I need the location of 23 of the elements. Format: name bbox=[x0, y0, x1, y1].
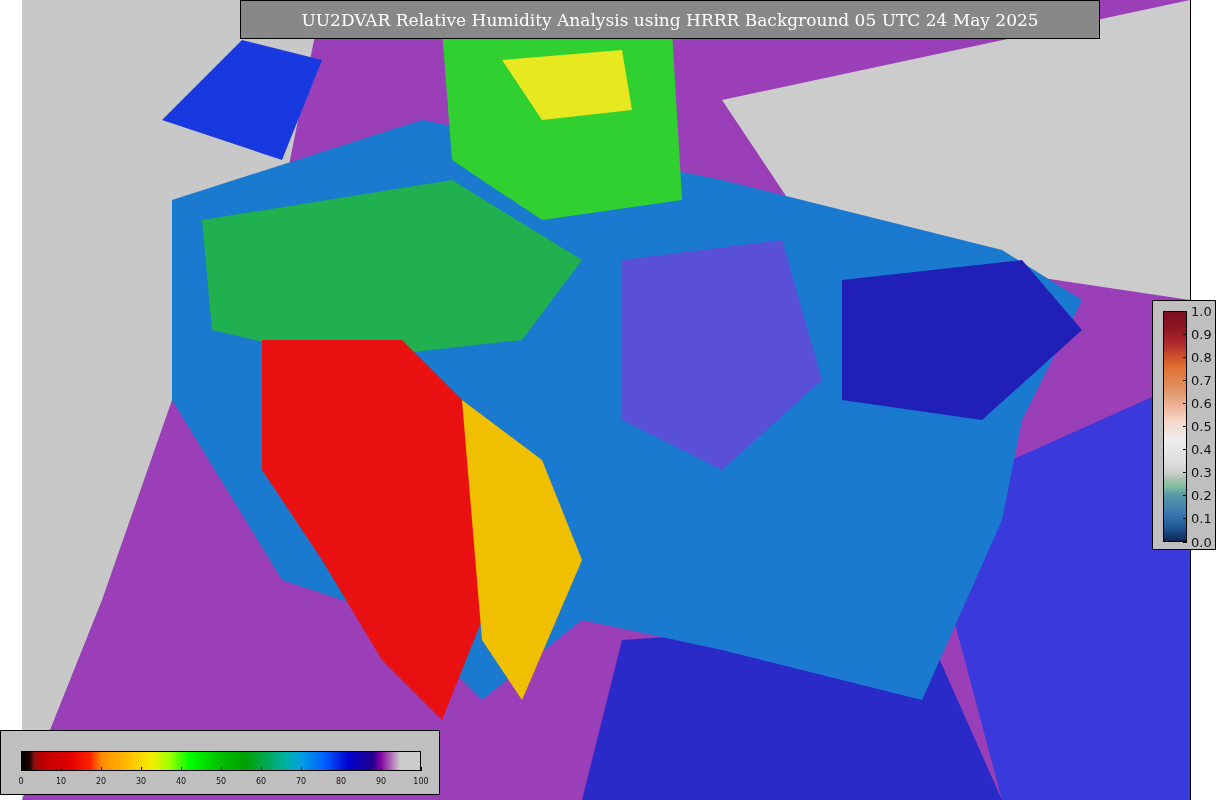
colorbar-tick-label: 0.7 bbox=[1191, 372, 1212, 388]
colorbar-tick-label: 10 bbox=[55, 777, 67, 786]
colorbar-tick-label: 0 bbox=[18, 777, 24, 786]
colorbar-tick-label: 30 bbox=[135, 777, 147, 786]
colorbar-tick-label: 50 bbox=[215, 777, 227, 786]
colorbar-tick-label: 0.0 bbox=[1191, 534, 1212, 550]
colorbar-tick-label: 0.1 bbox=[1191, 511, 1212, 527]
colorbar-tick-label: 70 bbox=[295, 777, 307, 786]
colorbar-tick-label: 0.4 bbox=[1191, 442, 1212, 458]
colorbar-tick-label: 0.2 bbox=[1191, 488, 1212, 504]
colorbar-tick-label: 100 bbox=[413, 777, 429, 786]
colorbar-tick-label: 1.0 bbox=[1191, 303, 1212, 319]
colorbar-tick-label: 0.9 bbox=[1191, 326, 1212, 342]
colorbar-tick-label: 0.8 bbox=[1191, 349, 1212, 365]
colorbar-tick-label: 0.3 bbox=[1191, 465, 1212, 481]
colorbar-tick-label: 90 bbox=[375, 777, 387, 786]
colorbar-tick-label: 40 bbox=[175, 777, 187, 786]
map-title: UU2DVAR Relative Humidity Analysis using HRRR Background 05 UTC 24 May 2025 bbox=[240, 0, 1100, 39]
colorbar-tick-label: 80 bbox=[335, 777, 347, 786]
colorbar-tick-label: 60 bbox=[255, 777, 267, 786]
colorbar-tick-label: 20 bbox=[95, 777, 107, 786]
colorbar-tick-label: 0.5 bbox=[1191, 419, 1212, 434]
colorbar-tick-label: 0.6 bbox=[1191, 395, 1212, 411]
